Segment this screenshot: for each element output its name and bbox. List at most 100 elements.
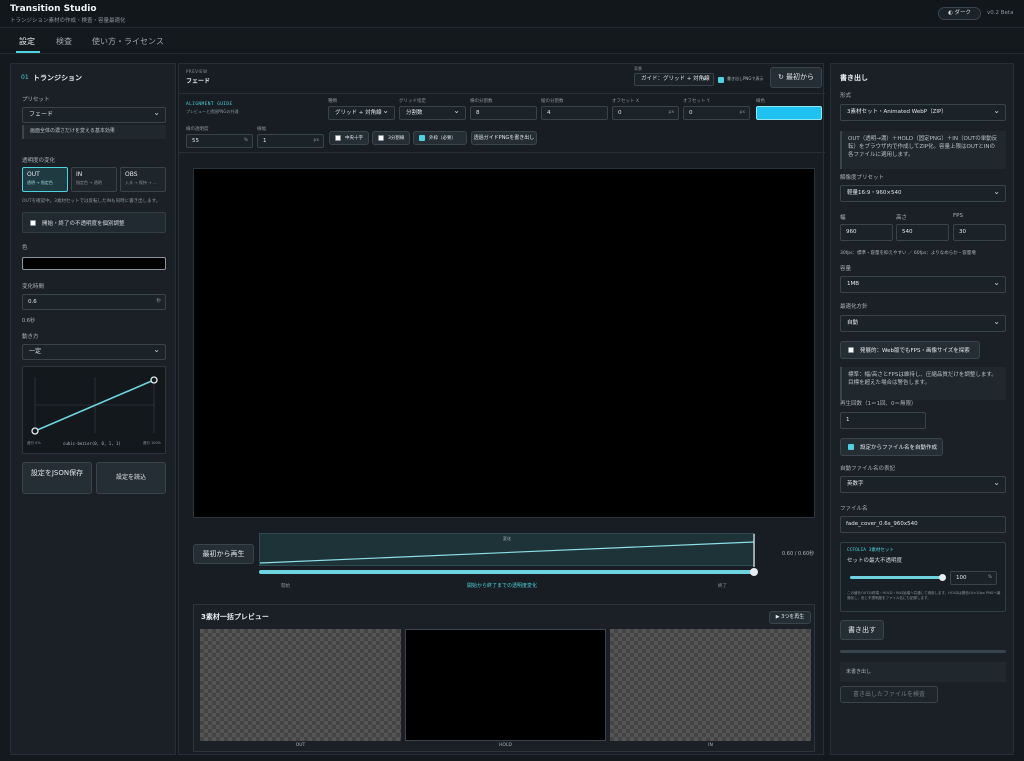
mode-obs-card[interactable]: OBS 入る → 保持 → … [120,167,166,192]
thirds-toggle[interactable]: 3分割線 [372,131,410,145]
offset-x-label: オフセット X [612,99,640,104]
auto-name-check-label: 設定からファイル名を自動作成 [860,445,938,451]
thirds-label: 3分割線 [388,136,405,141]
thirds-checkbox[interactable] [378,135,384,141]
resolution-label: 解像度プリセット [840,175,885,181]
individual-opacity-checkbox[interactable] [30,220,36,226]
grid-spec-select[interactable]: 分割数 [399,105,466,120]
ccfolia-card: CCFOLIA 3素材セット セットの最大不透明度 100 % この値をOUTの… [840,542,1006,612]
main-tabs: 設定 検査 使い方・ライセンス [0,28,1024,54]
app-subtitle: トランジション素材の作成・検査・容量最適化 [10,18,126,24]
app-title: Transition Studio [10,4,97,14]
auto-name-select[interactable]: 英数字 [840,475,1006,493]
preview-eyebrow: PREVIEW [186,69,208,74]
mode-out-card[interactable]: OUT 透明 → 指定色 [22,167,68,192]
preset-select[interactable]: フェード [22,106,166,123]
loop-label: 再生回数（1＝1回、0＝無限） [840,401,917,407]
center-cross-toggle[interactable]: 中央十字 [329,131,369,145]
progress-fill [259,570,755,574]
easing-curve-editor: 進行 0% cubic-bezier(0, 0, 1, 1) 進行 100% [22,366,166,454]
play-three-button[interactable]: ▶ 3つを再生 [769,611,811,624]
filename-label: ファイル名 [840,506,868,512]
optimize-select[interactable]: 自動 [840,314,1006,332]
inspect-exported-button[interactable]: 書き出したファイルを検査 [840,686,938,703]
filename-input[interactable]: fade_cover_0.6s_960x540 [840,516,1006,533]
grid-spec-label: グリッド指定 [399,99,426,104]
ccfolia-unit: % [987,575,992,580]
line-opacity-input[interactable]: 55 % [186,134,253,148]
format-label: 形式 [840,93,852,99]
auto-name-toggle[interactable]: 設定からファイル名を自動作成 [840,438,943,456]
mode-obs-sub: 入る → 保持 → … [125,180,157,185]
frame-label: 外枠（必要） [429,136,456,141]
mode-in-card[interactable]: IN 指定色 → 透明 [71,167,117,192]
background-select[interactable]: ガイド：グリッド + 対角線 [634,72,714,86]
transition-panel: 01 トランジション プリセット フェード 画面全体の濃さだけを変える基本効果 … [10,63,176,755]
height-label: 高さ [896,215,908,221]
tab-inspect[interactable]: 検査 [56,36,72,47]
offset-x-input[interactable]: 0 px [612,106,679,120]
theme-toggle-button[interactable]: ◐ ダーク [938,7,981,20]
h-divisions-input[interactable]: 8 [470,106,537,120]
timeline-curve [260,534,755,567]
export-png-checkbox[interactable] [718,77,724,83]
color-swatch[interactable] [22,257,166,270]
line-color-swatch[interactable] [756,106,822,120]
format-select[interactable]: 3素材セット・Animated WebP（ZIP） [840,103,1006,121]
progress-track[interactable] [259,568,758,576]
tab-usage-license[interactable]: 使い方・ライセンス [92,36,164,47]
section-title: トランジション [33,74,82,82]
line-width-input[interactable]: 1 px [257,134,324,148]
load-settings-button[interactable]: 設定を読込 [96,462,166,494]
line-opacity-value: 55 [192,138,199,144]
loop-input[interactable]: 1 [840,412,926,429]
aggressive-checkbox[interactable] [848,347,854,353]
frame-checkbox[interactable] [419,135,425,141]
ccfolia-slider-thumb[interactable] [939,574,946,581]
fps-input[interactable]: 30 [953,224,1006,241]
duration-unit: 秒 [156,299,162,304]
offset-y-value: 0 [689,110,693,116]
export-button[interactable]: 書き出す [840,620,884,640]
ccfolia-label: セットの最大不透明度 [847,558,903,564]
aggressive-toggle[interactable]: 発展的：Web版でもFPS・画像サイズを探索 [840,341,980,359]
divider [179,93,825,94]
replay-button[interactable]: 最初から再生 [193,544,254,564]
center-cross-checkbox[interactable] [335,135,341,141]
out-preview [200,629,401,741]
height-input[interactable]: 540 [896,224,949,241]
divider [179,152,825,153]
curve-formula: cubic-bezier(0, 0, 1, 1) [63,441,121,446]
active-tab-indicator [16,51,40,53]
capacity-select[interactable]: 1MB [840,275,1006,293]
duration-value: 0.6 [28,299,37,305]
ccfolia-value: 100 [956,575,967,581]
duration-label: 変化時間 [22,284,45,290]
frame-toggle[interactable]: 外枠（必要） [413,131,467,145]
export-guide-png-button[interactable]: 透過ガイドPNGを書き出し [471,131,537,145]
width-input[interactable]: 960 [840,224,893,241]
timeline: 変化 [259,533,755,567]
time-readout: 0.60 / 0.60秒 [782,551,815,557]
save-json-button[interactable]: 設定をJSON保存 [22,462,92,494]
offset-y-input[interactable]: 0 px [683,106,750,120]
width-label: 幅 [840,215,846,221]
section-number: 01 [21,74,29,81]
auto-name-checkbox[interactable] [848,444,854,450]
v-divisions-label: 縦の分割数 [541,99,564,104]
ccfolia-input[interactable]: 100 % [950,571,997,585]
duration-input[interactable]: 0.6 秒 [22,294,166,310]
individual-opacity-toggle[interactable]: 開始・終了の不透明度を個別調整 [22,212,166,233]
progress-thumb[interactable] [750,568,758,576]
preset-label: プリセット [22,97,50,103]
guide-type-select[interactable]: グリッド + 対角線 [328,105,395,120]
export-title: 書き出し [840,74,868,82]
tab-settings[interactable]: 設定 [19,36,35,47]
ccfolia-slider-fill [850,576,943,579]
v-divisions-input[interactable]: 4 [541,106,608,120]
in-label: IN [708,743,713,748]
motion-select[interactable]: 一定 [22,343,166,360]
ccfolia-slider[interactable] [850,574,946,581]
resolution-select[interactable]: 軽量16:9・960×540 [840,184,1006,202]
reset-from-start-button[interactable]: ↻ 最初から [770,67,822,88]
